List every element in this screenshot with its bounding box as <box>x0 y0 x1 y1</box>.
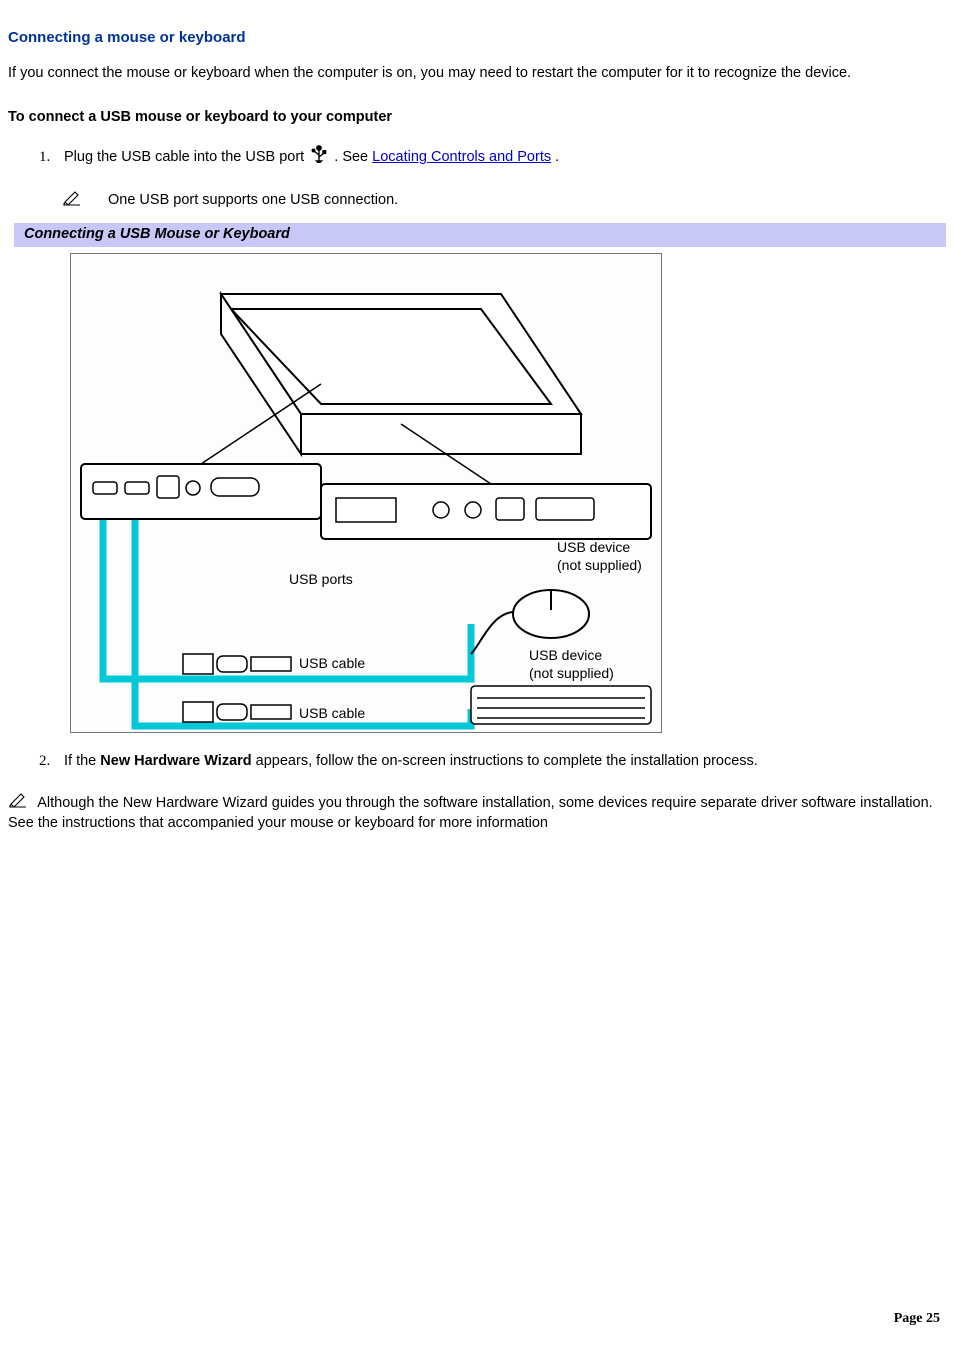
usb-icon <box>311 145 327 170</box>
note-1: One USB port supports one USB connection… <box>62 190 946 213</box>
step-2: If the New Hardware Wizard appears, foll… <box>54 751 946 772</box>
figure-label-kb-1: USB device <box>529 646 602 665</box>
step-1-text-mid: . See <box>334 149 372 165</box>
figure-banner: Connecting a USB Mouse or Keyboard <box>14 223 946 248</box>
step-1-text-prefix: Plug the USB cable into the USB port <box>64 149 308 165</box>
figure: USB ports USB cable USB cable USB device… <box>70 253 660 733</box>
step-2-bold: New Hardware Wizard <box>100 753 251 769</box>
intro-paragraph: If you connect the mouse or keyboard whe… <box>8 64 946 84</box>
note-1-text: One USB port supports one USB connection… <box>108 191 398 211</box>
link-locating-controls[interactable]: Locating Controls and Ports <box>372 149 551 165</box>
figure-label-usb-cable-1: USB cable <box>299 654 365 673</box>
step-1-text-suffix: . <box>555 149 559 165</box>
section-heading: Connecting a mouse or keyboard <box>8 28 946 48</box>
sub-heading: To connect a USB mouse or keyboard to yo… <box>8 108 946 128</box>
steps-list-cont: If the New Hardware Wizard appears, foll… <box>8 751 946 772</box>
steps-list: Plug the USB cable into the USB port . S… <box>8 145 946 170</box>
figure-label-usb-cable-2: USB cable <box>299 704 365 723</box>
step-1: Plug the USB cable into the USB port . S… <box>54 145 946 170</box>
note-icon <box>62 190 82 213</box>
step-2-prefix: If the <box>64 753 100 769</box>
final-note: Although the New Hardware Wizard guides … <box>8 792 946 834</box>
figure-label-kb-2: (not supplied) <box>529 664 614 683</box>
note-icon <box>8 792 28 815</box>
final-note-text: Although the New Hardware Wizard guides … <box>8 795 933 831</box>
figure-label-usb-ports: USB ports <box>289 570 353 589</box>
page-footer: Page 25 <box>894 1310 940 1329</box>
figure-diagram: USB ports USB cable USB cable USB device… <box>70 253 662 733</box>
step-2-suffix: appears, follow the on-screen instructio… <box>256 753 758 769</box>
figure-label-mouse-2: (not supplied) <box>557 556 642 575</box>
figure-label-mouse-1: USB device <box>557 538 630 557</box>
